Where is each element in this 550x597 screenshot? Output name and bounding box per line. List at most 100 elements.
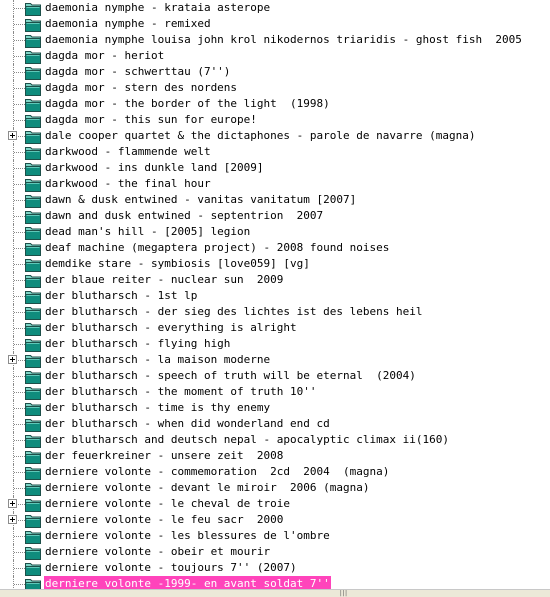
tree-item[interactable]: darkwood - ins dunkle land [2009]: [0, 160, 550, 176]
folder-icon: [25, 353, 41, 368]
tree-branch-line: [14, 232, 25, 233]
plus-expander-icon[interactable]: [8, 355, 17, 364]
tree-item-label: der blutharsch and deutsch nepal - apoca…: [45, 433, 449, 446]
tree-item-label: der blutharsch - la maison moderne: [45, 353, 271, 366]
tree-branch-line: [14, 584, 25, 585]
tree-connector-line: [13, 576, 14, 589]
folder-icon: [25, 401, 41, 416]
tree-branch-line: [14, 72, 25, 73]
folder-icon: [25, 97, 41, 112]
tree-item-label: darkwood - the final hour: [45, 177, 211, 190]
tree-item[interactable]: dead man's hill - [2005] legion: [0, 224, 550, 240]
tree-item[interactable]: der blutharsch - when did wonderland end…: [0, 416, 550, 432]
tree-item[interactable]: dagda mor - stern des nordens: [0, 80, 550, 96]
tree-item[interactable]: daemonia nymphe - remixed: [0, 16, 550, 32]
tree-item[interactable]: der blutharsch - time is thy enemy: [0, 400, 550, 416]
tree-branch-line: [14, 328, 25, 329]
tree-item[interactable]: derniere volonte - le cheval de troie: [0, 496, 550, 512]
tree-item[interactable]: der blutharsch - 1st lp: [0, 288, 550, 304]
tree-item[interactable]: der blutharsch - der sieg des lichtes is…: [0, 304, 550, 320]
tree-branch-line: [14, 168, 25, 169]
tree-item[interactable]: derniere volonte -1999- en avant soldat …: [0, 576, 550, 589]
tree-item-label: derniere volonte -1999- en avant soldat …: [44, 576, 331, 589]
tree-item-label: der blutharsch - flying high: [45, 337, 231, 350]
tree-item[interactable]: derniere volonte - les blessures de l'om…: [0, 528, 550, 544]
tree-item-label: dawn and dusk entwined - septentrion 200…: [45, 209, 324, 222]
folder-tree[interactable]: daemonia nymphe - krataia asterope daemon…: [0, 0, 550, 589]
folder-icon: [25, 289, 41, 304]
folder-icon: [25, 17, 41, 32]
folder-icon: [25, 449, 41, 464]
folder-icon: [25, 273, 41, 288]
folder-icon: [25, 385, 41, 400]
tree-item[interactable]: dagda mor - heriot: [0, 48, 550, 64]
tree-item[interactable]: derniere volonte - commemoration 2cd 200…: [0, 464, 550, 480]
plus-expander-icon[interactable]: [8, 515, 17, 524]
tree-branch-line: [14, 488, 25, 489]
tree-branch-line: [14, 408, 25, 409]
folder-icon: [25, 81, 41, 96]
tree-item[interactable]: darkwood - the final hour: [0, 176, 550, 192]
tree-branch-line: [14, 184, 25, 185]
tree-item[interactable]: der blutharsch - la maison moderne: [0, 352, 550, 368]
tree-item[interactable]: dagda mor - this sun for europe!: [0, 112, 550, 128]
tree-branch-line: [14, 104, 25, 105]
tree-item[interactable]: der blaue reiter - nuclear sun 2009: [0, 272, 550, 288]
tree-item-label: der blutharsch - der sieg des lichtes is…: [45, 305, 423, 318]
plus-expander-icon[interactable]: [8, 131, 17, 140]
tree-item[interactable]: dagda mor - the border of the light (199…: [0, 96, 550, 112]
tree-item[interactable]: der blutharsch - the moment of truth 10'…: [0, 384, 550, 400]
tree-item[interactable]: derniere volonte - toujours 7'' (2007): [0, 560, 550, 576]
tree-item[interactable]: dawn & dusk entwined - vanitas vanitatum…: [0, 192, 550, 208]
tree-branch-line: [14, 312, 25, 313]
tree-item-label: daemonia nymphe - krataia asterope: [45, 1, 271, 14]
folder-icon: [25, 433, 41, 448]
tree-item-label: dagda mor - stern des nordens: [45, 81, 238, 94]
tree-branch-line: [14, 440, 25, 441]
tree-item[interactable]: daemonia nymphe louisa john krol nikoder…: [0, 32, 550, 48]
folder-icon: [25, 113, 41, 128]
tree-item-label: derniere volonte - toujours 7'' (2007): [45, 561, 297, 574]
tree-item[interactable]: derniere volonte - obeir et mourir: [0, 544, 550, 560]
folder-icon: [25, 305, 41, 320]
tree-item[interactable]: dale cooper quartet & the dictaphones - …: [0, 128, 550, 144]
resize-grip-icon[interactable]: |||: [339, 591, 348, 597]
tree-item-label: derniere volonte - les blessures de l'om…: [45, 529, 330, 542]
tree-item[interactable]: der blutharsch - everything is alright: [0, 320, 550, 336]
tree-item[interactable]: deaf machine (megaptera project) - 2008 …: [0, 240, 550, 256]
tree-item[interactable]: dawn and dusk entwined - septentrion 200…: [0, 208, 550, 224]
tree-item-label: der blutharsch - the moment of truth 10'…: [45, 385, 317, 398]
tree-item[interactable]: der blutharsch - flying high: [0, 336, 550, 352]
tree-item-label: darkwood - ins dunkle land [2009]: [45, 161, 264, 174]
tree-item-label: derniere volonte - le feu sacr 2000: [45, 513, 284, 526]
tree-branch-line: [14, 536, 25, 537]
tree-item-label: dagda mor - schwerttau (7''): [45, 65, 231, 78]
tree-item-label: daemonia nymphe louisa john krol nikoder…: [45, 33, 522, 46]
tree-item[interactable]: dagda mor - schwerttau (7''): [0, 64, 550, 80]
tree-item-label: derniere volonte - devant le miroir 2006…: [45, 481, 370, 494]
tree-branch-line: [14, 152, 25, 153]
tree-branch-line: [14, 248, 25, 249]
tree-item[interactable]: der feuerkreiner - unsere zeit 2008: [0, 448, 550, 464]
tree-item-label: derniere volonte - le cheval de troie: [45, 497, 291, 510]
tree-item-label: dawn & dusk entwined - vanitas vanitatum…: [45, 193, 357, 206]
tree-item-label: derniere volonte - obeir et mourir: [45, 545, 271, 558]
tree-branch-line: [14, 392, 25, 393]
tree-branch-line: [14, 200, 25, 201]
folder-icon: [25, 513, 41, 528]
tree-branch-line: [14, 456, 25, 457]
tree-item[interactable]: derniere volonte - le feu sacr 2000: [0, 512, 550, 528]
folder-icon: [25, 225, 41, 240]
tree-item-label: dale cooper quartet & the dictaphones - …: [45, 129, 476, 142]
tree-branch-line: [14, 424, 25, 425]
plus-expander-icon[interactable]: [8, 499, 17, 508]
tree-item[interactable]: demdike stare - symbiosis [love059] [vg]: [0, 256, 550, 272]
tree-item[interactable]: der blutharsch - speech of truth will be…: [0, 368, 550, 384]
folder-icon: [25, 49, 41, 64]
tree-item[interactable]: derniere volonte - devant le miroir 2006…: [0, 480, 550, 496]
tree-item-label: daemonia nymphe - remixed: [45, 17, 211, 30]
tree-item[interactable]: darkwood - flammende welt: [0, 144, 550, 160]
tree-item[interactable]: der blutharsch and deutsch nepal - apoca…: [0, 432, 550, 448]
tree-item[interactable]: daemonia nymphe - krataia asterope: [0, 0, 550, 16]
folder-icon: [25, 257, 41, 272]
